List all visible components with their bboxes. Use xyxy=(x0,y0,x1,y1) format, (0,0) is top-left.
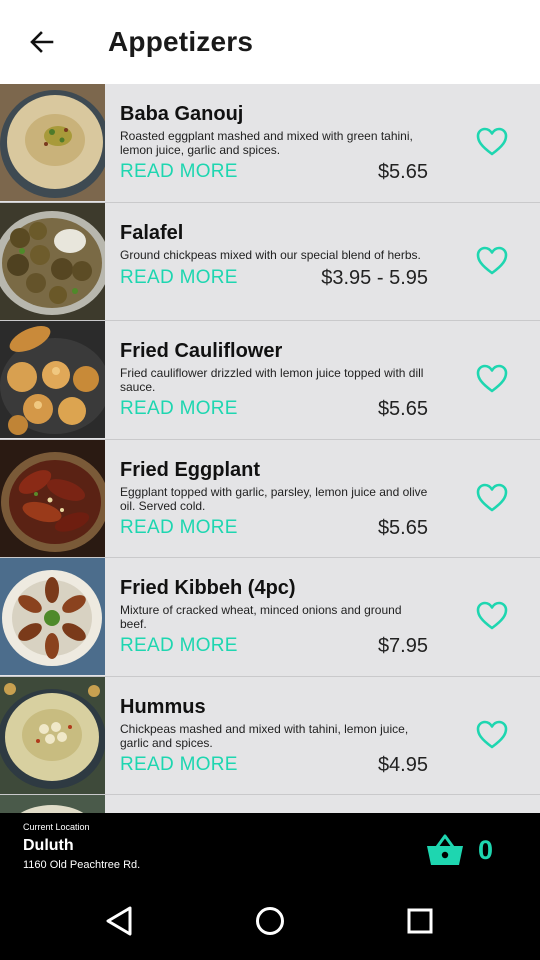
item-photo xyxy=(0,676,105,794)
arrow-left-icon xyxy=(30,31,54,53)
location-address[interactable]: 1160 Old Peachtree Rd. xyxy=(23,859,140,871)
read-more-link[interactable]: READ MORE xyxy=(120,635,238,657)
item-price: $3.95 - 5.95 xyxy=(321,266,428,289)
favorite-button[interactable] xyxy=(474,480,510,516)
read-more-link[interactable]: READ MORE xyxy=(120,517,238,539)
triangle-back-icon xyxy=(106,906,132,936)
menu-item[interactable] xyxy=(0,795,540,813)
heart-outline-icon xyxy=(476,127,508,156)
item-description: Fried cauliflower drizzled with lemon ju… xyxy=(120,366,424,394)
app-bar: Appetizers xyxy=(0,0,540,84)
nav-back-button[interactable] xyxy=(102,903,138,939)
item-description: Mixture of cracked wheat, minced onions … xyxy=(120,603,402,631)
item-price: $5.65 xyxy=(377,398,428,420)
item-photo xyxy=(0,439,105,557)
menu-item[interactable]: Fried Cauliflower Fried cauliflower driz… xyxy=(0,321,540,440)
item-description: Chickpeas mashed and mixed with tahini, … xyxy=(120,721,409,750)
item-description: Eggplant topped with garlic, parsley, le… xyxy=(120,484,428,513)
favorite-button[interactable] xyxy=(474,124,510,160)
item-photo xyxy=(0,321,105,438)
back-button[interactable] xyxy=(22,22,62,62)
item-photo xyxy=(0,795,105,813)
square-recents-icon xyxy=(407,908,433,934)
shopping-basket-icon xyxy=(427,834,463,865)
menu-item[interactable]: Hummus Chickpeas mashed and mixed with t… xyxy=(0,676,540,795)
menu-item[interactable]: Fried Kibbeh (4pc) Mixture of cracked wh… xyxy=(0,558,540,677)
location-caption: Current Location xyxy=(23,822,90,832)
favorite-button[interactable] xyxy=(474,598,510,634)
heart-outline-icon xyxy=(476,246,508,274)
item-name: Fried Kibbeh (4pc) xyxy=(120,577,296,599)
heart-outline-icon xyxy=(476,601,508,630)
page-title: Appetizers xyxy=(108,26,254,57)
read-more-link[interactable]: READ MORE xyxy=(120,161,238,183)
nav-recents-button[interactable] xyxy=(402,903,438,939)
item-price: $4.95 xyxy=(377,753,428,776)
read-more-link[interactable]: READ MORE xyxy=(120,754,238,776)
heart-outline-icon xyxy=(476,364,508,393)
cart-button[interactable] xyxy=(426,833,464,867)
read-more-link[interactable]: READ MORE xyxy=(120,398,238,420)
item-description: Ground chickpeas mixed with our special … xyxy=(120,247,421,262)
favorite-button[interactable] xyxy=(474,361,510,397)
item-name: Falafel xyxy=(120,221,184,244)
heart-outline-icon xyxy=(476,720,508,748)
item-photo xyxy=(0,84,105,201)
nav-home-button[interactable] xyxy=(252,903,288,939)
item-price: $5.65 xyxy=(377,161,428,183)
menu-item-list[interactable]: Baba Ganouj Roasted eggplant mashed and … xyxy=(0,84,540,813)
favorite-button[interactable] xyxy=(474,243,510,279)
system-navigation-bar xyxy=(0,881,540,960)
item-name: Fried Cauliflower xyxy=(120,340,283,362)
favorite-button[interactable] xyxy=(474,717,510,753)
menu-item[interactable]: Fried Eggplant Eggplant topped with garl… xyxy=(0,439,540,558)
location-city[interactable]: Duluth xyxy=(23,837,74,855)
item-price: $5.65 xyxy=(377,516,428,539)
item-name: Fried Eggplant xyxy=(120,458,260,481)
location-cart-bar: Current Location Duluth 1160 Old Peachtr… xyxy=(0,813,540,881)
item-name: Baba Ganouj xyxy=(120,103,244,125)
item-price: $7.95 xyxy=(377,635,428,657)
item-description: Roasted eggplant mashed and mixed with g… xyxy=(120,129,413,157)
menu-item[interactable]: Falafel Ground chickpeas mixed with our … xyxy=(0,202,540,321)
heart-outline-icon xyxy=(476,483,508,511)
cart-count: 0 xyxy=(478,835,494,865)
item-photo xyxy=(0,202,105,320)
read-more-link[interactable]: READ MORE xyxy=(120,267,238,289)
menu-item[interactable]: Baba Ganouj Roasted eggplant mashed and … xyxy=(0,84,540,203)
circle-home-icon xyxy=(256,907,284,935)
item-photo xyxy=(0,558,105,675)
item-name: Hummus xyxy=(120,695,206,718)
